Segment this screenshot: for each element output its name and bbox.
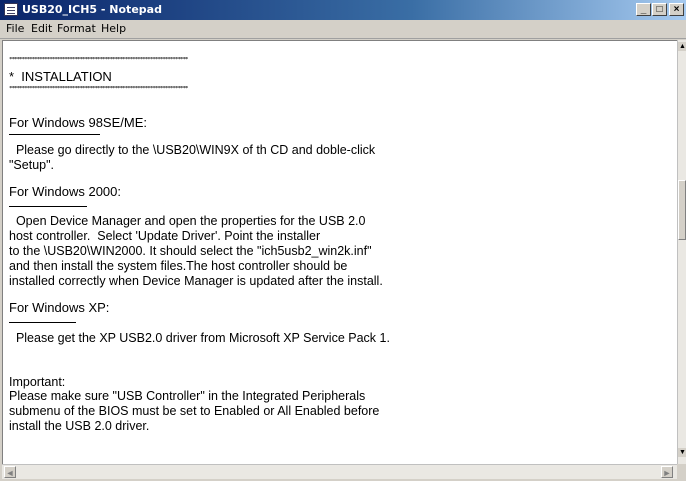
horizontal-scrollbar[interactable]: ◄ ► [2,464,677,479]
win2000-line-5: installed correctly when Device Manager … [9,274,383,288]
title-bar[interactable]: USB20_ICH5 - Notepad _ □ × [0,0,686,20]
scroll-up-icon[interactable]: ▲ [678,42,686,51]
notepad-window: USB20_ICH5 - Notepad _ □ × File Edit For… [0,0,686,481]
menu-file[interactable]: File [6,23,24,35]
important-title: Important: [9,375,66,389]
asterisk-divider-top: ****************************************… [9,57,188,63]
win98-line-1: Please go directly to the \USB20\WIN9X o… [9,143,376,157]
important-line-1: Please make sure "USB Controller" in the… [9,389,366,403]
notepad-icon[interactable] [4,3,18,16]
text-editor[interactable]: ****************************************… [2,40,677,464]
menu-help[interactable]: Help [101,23,126,35]
winxp-underline [9,322,76,323]
win2000-line-2: host controller. Select 'Update Driver'.… [9,229,321,243]
win2000-underline [9,206,87,207]
menu-edit[interactable]: Edit [31,23,52,35]
close-button[interactable]: × [669,3,684,16]
maximize-button[interactable]: □ [652,3,667,16]
vertical-scrollbar[interactable]: ▲ ▼ [677,40,686,464]
installation-heading: * INSTALLATION [9,69,112,84]
scroll-right-icon[interactable]: ► [661,466,673,478]
win2000-line-1: Open Device Manager and open the propert… [9,214,366,228]
winxp-title: For Windows XP: [9,300,110,315]
important-line-3: install the USB 2.0 driver. [9,419,150,433]
minimize-button[interactable]: _ [636,3,651,16]
win2000-line-3: to the \USB20\WIN2000. It should select … [9,244,372,258]
menu-format[interactable]: Format [57,23,96,35]
scroll-down-icon[interactable]: ▼ [678,448,686,457]
win2000-line-4: and then install the system files.The ho… [9,259,348,273]
menu-bar: File Edit Format Help [0,20,686,39]
win98-title: For Windows 98SE/ME: [9,115,147,130]
scroll-left-icon[interactable]: ◄ [4,466,16,478]
asterisk-divider-bottom: ****************************************… [9,86,188,92]
vertical-scroll-thumb[interactable] [678,180,686,240]
win2000-title: For Windows 2000: [9,184,121,199]
win98-line-2: "Setup". [9,158,55,172]
important-line-2: submenu of the BIOS must be set to Enabl… [9,404,380,418]
resize-grip-icon[interactable] [677,464,686,479]
window-title: USB20_ICH5 - Notepad [22,3,162,16]
win98-underline [9,134,100,135]
winxp-line-1: Please get the XP USB2.0 driver from Mic… [9,331,390,345]
